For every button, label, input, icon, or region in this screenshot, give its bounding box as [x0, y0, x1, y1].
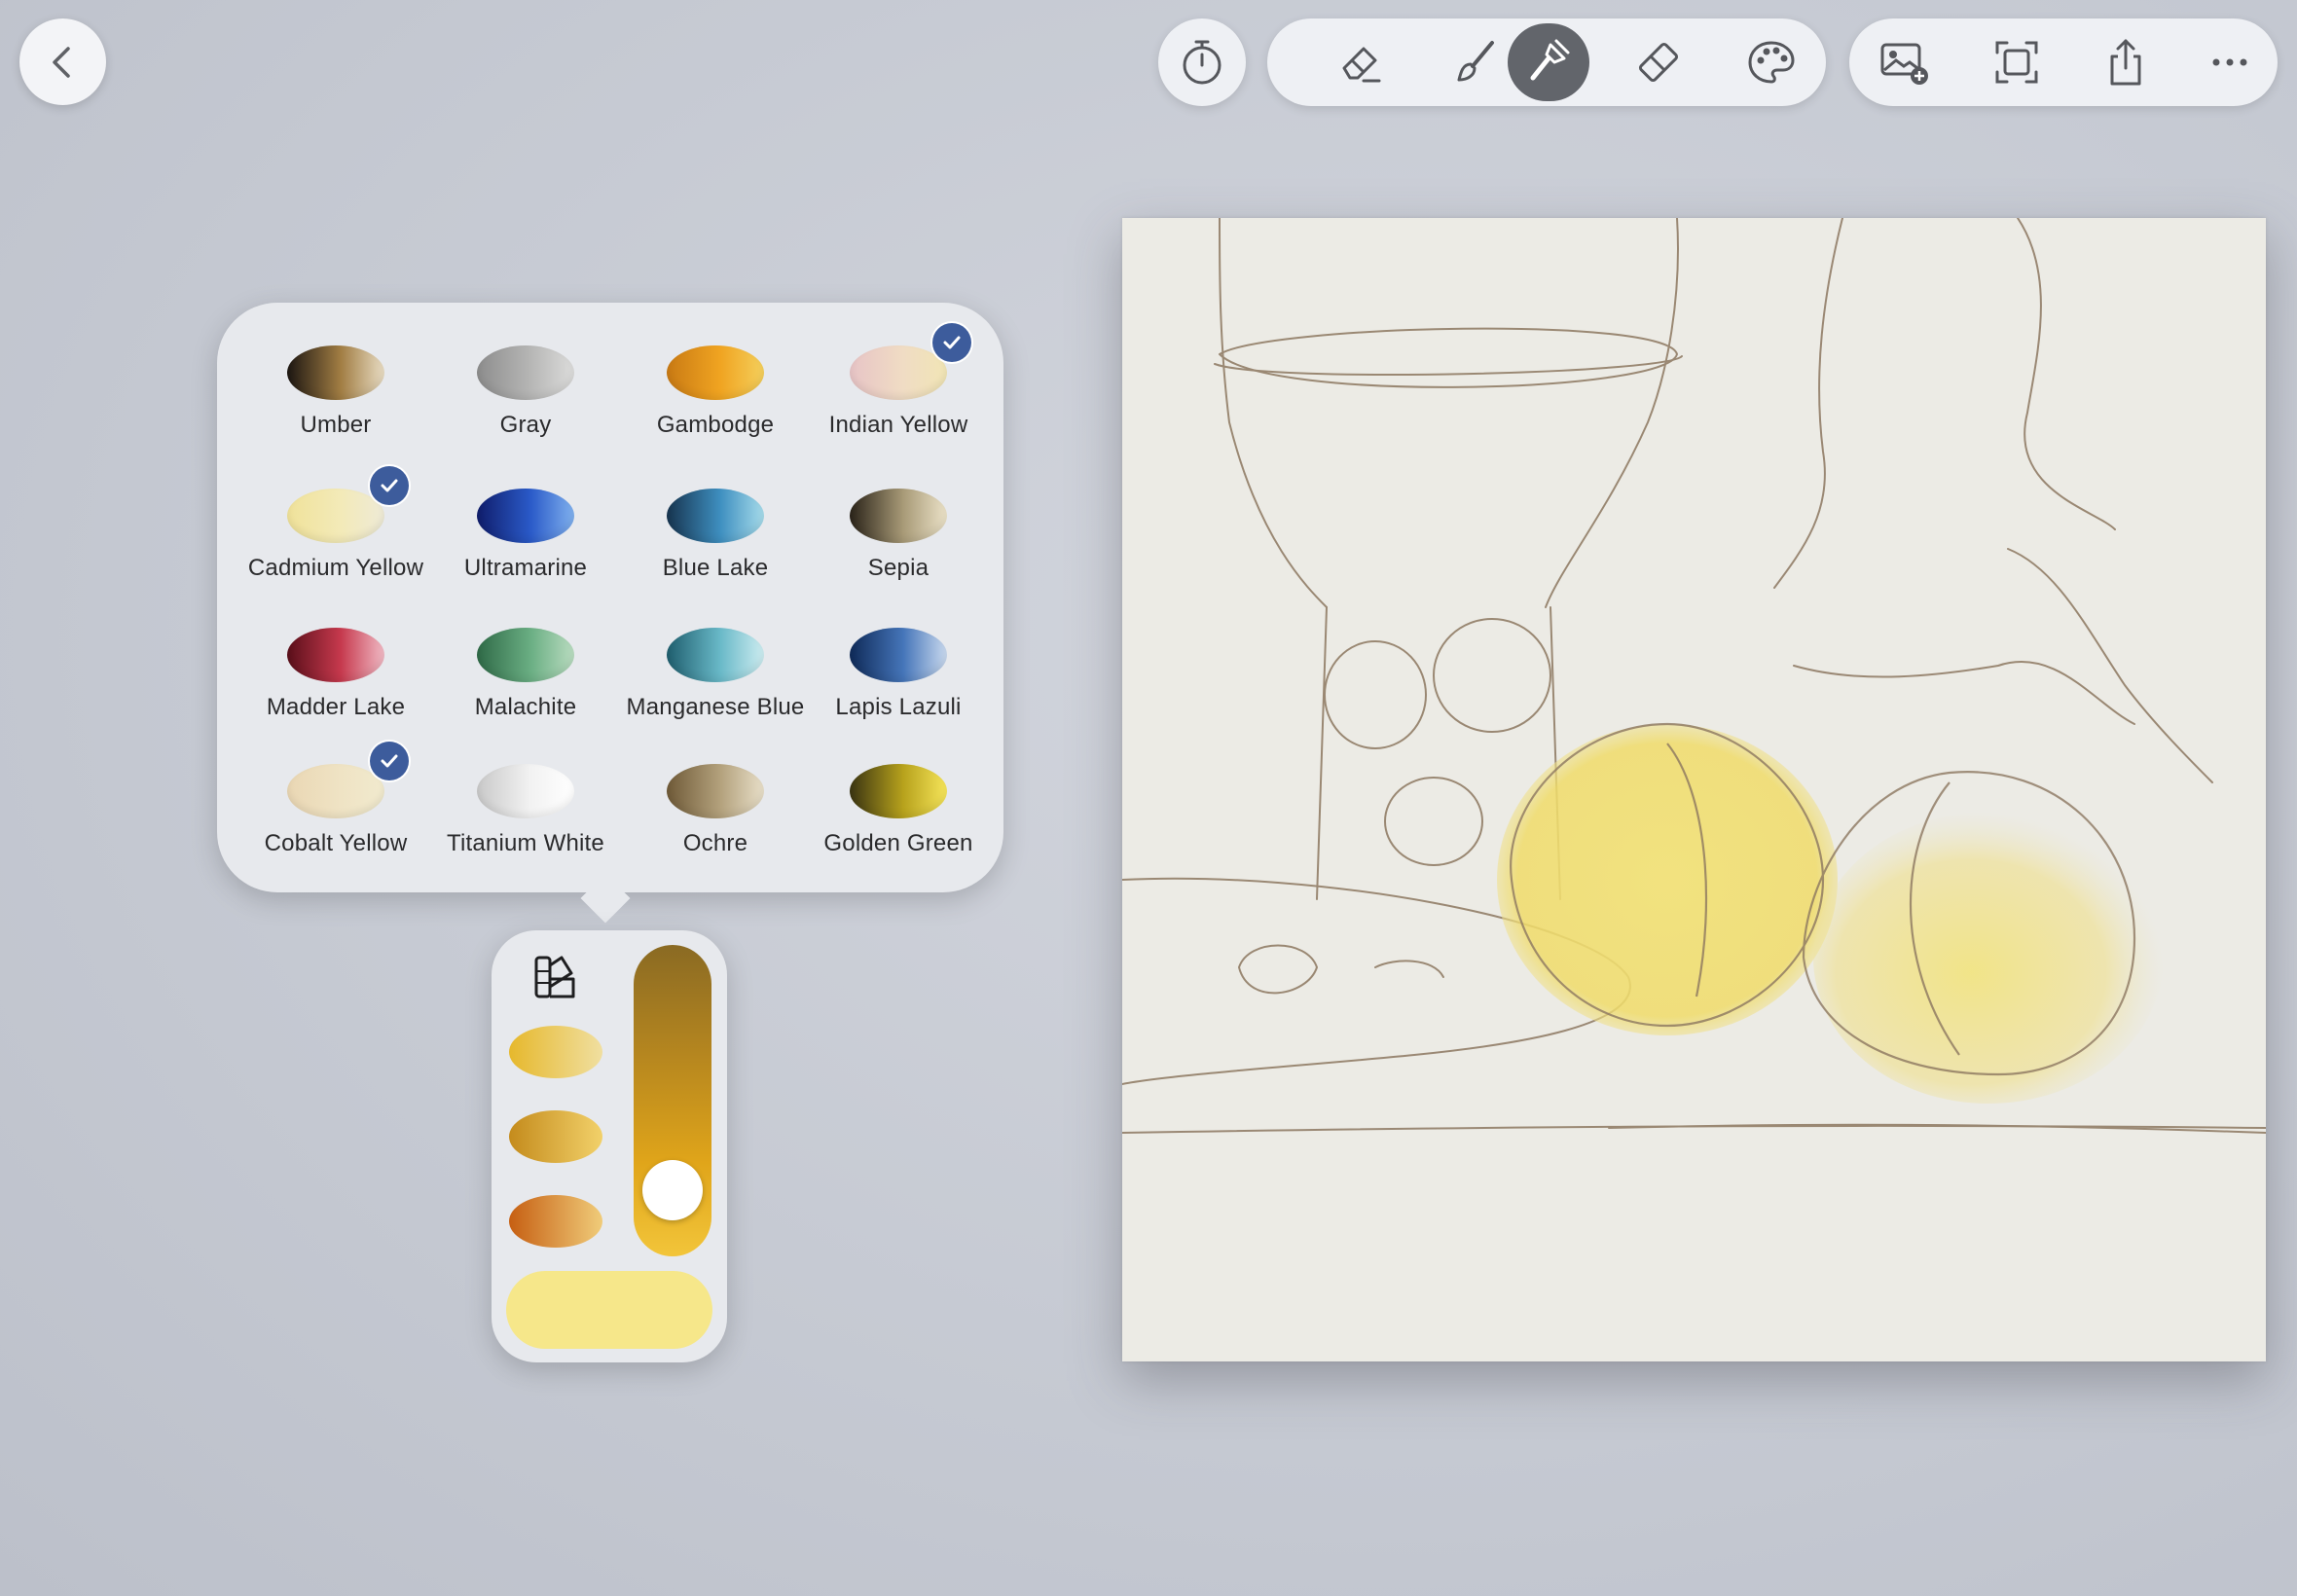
swatch-label: Indian Yellow — [828, 412, 968, 438]
palette-icon — [1748, 41, 1795, 84]
fit-screen-button[interactable] — [1973, 18, 2060, 106]
color-swatch-cadmium-yellow[interactable]: Cadmium Yellow — [243, 466, 428, 625]
more-icon — [2212, 58, 2247, 66]
color-swatch-titanium-white[interactable]: Titanium White — [433, 764, 618, 900]
color-palette-button[interactable] — [1728, 18, 1815, 106]
paint-blob — [287, 489, 384, 543]
paint-blob — [477, 764, 574, 818]
smudge-tool-button[interactable] — [1615, 18, 1702, 106]
timer-icon — [1183, 40, 1221, 85]
add-image-icon — [1880, 43, 1928, 85]
paint-blob — [287, 345, 384, 400]
paint-blob — [477, 489, 574, 543]
paint-blob — [850, 345, 947, 400]
paint-blob — [287, 628, 384, 682]
color-swatch-madder-lake[interactable]: Madder Lake — [243, 628, 428, 764]
checkmark-icon — [370, 742, 409, 780]
color-swatch-sepia[interactable]: Sepia — [806, 489, 991, 625]
share-icon — [2110, 39, 2141, 86]
color-swatch-gambodge[interactable]: Gambodge — [623, 345, 808, 482]
paint-blob — [850, 489, 947, 543]
add-image-button[interactable] — [1860, 18, 1948, 106]
swatch-label: Cobalt Yellow — [264, 830, 408, 856]
swatch-label: Malachite — [474, 694, 577, 720]
swatch-label: Ultramarine — [463, 555, 588, 581]
paint-brush-tool-button[interactable] — [1505, 18, 1592, 106]
eraser-tool-button[interactable] — [1318, 18, 1405, 106]
swatch-label: Gray — [499, 412, 552, 438]
paint-blob — [850, 628, 947, 682]
shade-slider-knob[interactable] — [642, 1160, 703, 1220]
color-swatches-icon — [534, 956, 575, 998]
swatch-label: Ochre — [682, 830, 748, 856]
color-swatch-gray[interactable]: Gray — [433, 345, 618, 482]
swatch-label: Golden Green — [823, 830, 973, 856]
paint-blob — [667, 628, 764, 682]
color-swatch-ultramarine[interactable]: Ultramarine — [433, 489, 618, 625]
drawing-canvas[interactable] — [1122, 218, 2266, 1361]
swatch-label: Titanium White — [447, 830, 604, 856]
smudge-eraser-icon — [1638, 42, 1679, 83]
tools-bar — [1267, 18, 1826, 106]
color-swatch-lapis-lazuli[interactable]: Lapis Lazuli — [806, 628, 991, 764]
paint-blob — [287, 764, 384, 818]
back-button[interactable] — [19, 18, 106, 105]
color-swatch-indian-yellow[interactable]: Indian Yellow — [806, 323, 991, 482]
color-mixer-panel — [492, 930, 727, 1362]
eraser-icon — [1342, 47, 1381, 83]
swatch-label: Manganese Blue — [626, 694, 805, 720]
brush-icon — [1457, 41, 1494, 82]
swatch-label: Umber — [300, 412, 372, 438]
mix-swatch[interactable] — [509, 1026, 602, 1078]
share-button[interactable] — [2082, 18, 2169, 106]
paint-brush-icon — [1530, 39, 1570, 81]
fit-screen-icon — [1995, 41, 2038, 84]
current-color-swatch[interactable] — [506, 1271, 712, 1349]
paint-blob — [477, 345, 574, 400]
swatch-label: Blue Lake — [662, 555, 769, 581]
mix-swatch[interactable] — [509, 1110, 602, 1163]
color-swatch-blue-lake[interactable]: Blue Lake — [623, 489, 808, 625]
checkmark-icon — [932, 323, 971, 362]
swatch-label: Lapis Lazuli — [835, 694, 962, 720]
paint-blob — [667, 764, 764, 818]
color-swatch-golden-green[interactable]: Golden Green — [806, 764, 991, 900]
paint-blob — [477, 628, 574, 682]
checkmark-icon — [370, 466, 409, 505]
color-swatch-umber[interactable]: Umber — [243, 345, 428, 482]
paint-blob — [667, 345, 764, 400]
more-options-button[interactable] — [2186, 18, 2274, 106]
swatch-label: Cadmium Yellow — [247, 555, 424, 581]
actions-bar — [1849, 18, 2278, 106]
timer-button[interactable] — [1158, 18, 1246, 106]
chevron-left-icon — [52, 46, 70, 78]
color-swatches-button[interactable] — [529, 950, 587, 1008]
swatch-label: Madder Lake — [266, 694, 406, 720]
color-swatch-ochre[interactable]: Ochre — [623, 764, 808, 900]
color-swatch-malachite[interactable]: Malachite — [433, 628, 618, 764]
paint-blob — [667, 489, 764, 543]
color-swatch-cobalt-yellow[interactable]: Cobalt Yellow — [243, 742, 428, 900]
paint-blob — [850, 764, 947, 818]
mix-swatch[interactable] — [509, 1195, 602, 1248]
swatch-label: Sepia — [867, 555, 930, 581]
sketch-artwork — [1122, 218, 2266, 1134]
color-swatch-manganese-blue[interactable]: Manganese Blue — [623, 628, 808, 764]
swatch-label: Gambodge — [656, 412, 775, 438]
